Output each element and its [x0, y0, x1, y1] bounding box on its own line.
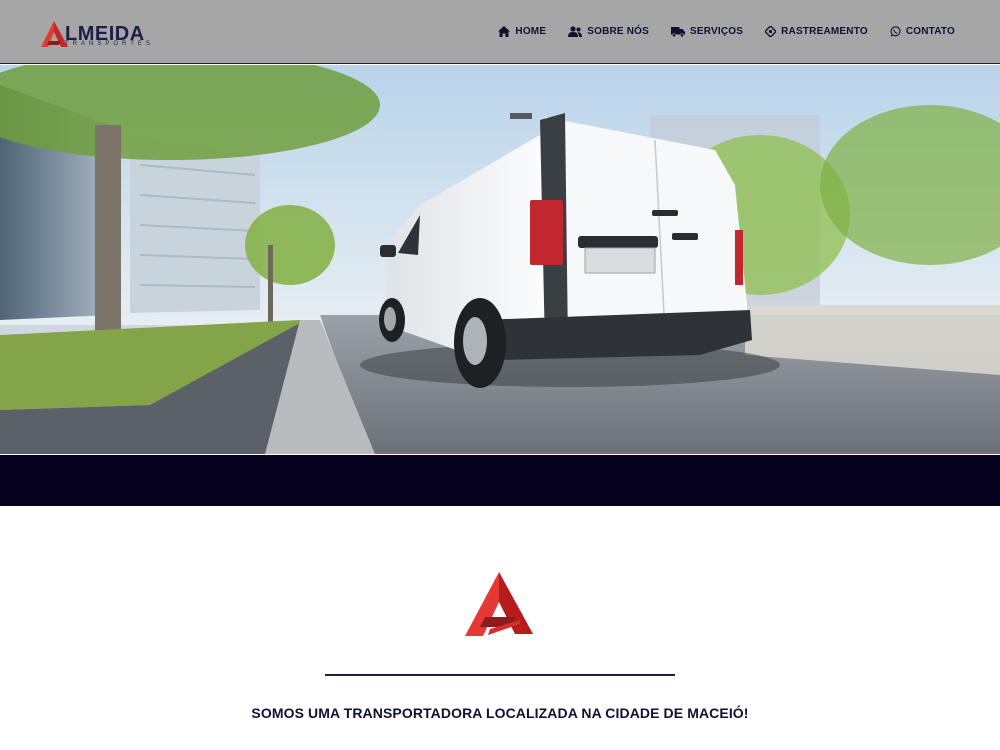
white-delivery-van-photo — [0, 65, 1000, 454]
nav-sobre-nos[interactable]: SOBRE NÓS — [568, 26, 649, 37]
site-header: LMEIDA TRANSPORTES HOME SOBRE NÓS SERVIÇ… — [0, 0, 1000, 64]
nav-contato-label: CONTATO — [905, 26, 955, 37]
nav-contato[interactable]: CONTATO — [890, 26, 955, 37]
nav-servicos-label: SERVIÇOS — [690, 26, 744, 37]
whatsapp-icon — [890, 26, 901, 37]
hero-banner — [0, 65, 1000, 454]
nav-home[interactable]: HOME — [498, 26, 546, 37]
home-icon — [498, 26, 511, 37]
nav-servicos[interactable]: SERVIÇOS — [671, 26, 743, 37]
site-logo[interactable]: LMEIDA TRANSPORTES — [41, 20, 150, 50]
nav-home-label: HOME — [515, 26, 547, 37]
main-nav: HOME SOBRE NÓS SERVIÇOS RASTREAMENTO CON… — [498, 26, 955, 37]
logo-subtitle: TRANSPORTES — [65, 41, 154, 47]
truck-icon — [671, 26, 686, 37]
nav-rastreamento-label: RASTREAMENTO — [781, 26, 868, 37]
almeida-a-logo-icon — [465, 572, 533, 636]
nav-sobre-nos-label: SOBRE NÓS — [587, 26, 650, 37]
section-divider — [325, 674, 675, 676]
company-tagline: SOMOS UMA TRANSPORTADORA LOCALIZADA NA C… — [251, 705, 749, 721]
location-crosshair-icon — [765, 26, 777, 37]
users-icon — [568, 26, 583, 37]
navy-band — [0, 455, 1000, 506]
brand-logo-large — [465, 572, 533, 637]
nav-rastreamento[interactable]: RASTREAMENTO — [765, 26, 868, 37]
